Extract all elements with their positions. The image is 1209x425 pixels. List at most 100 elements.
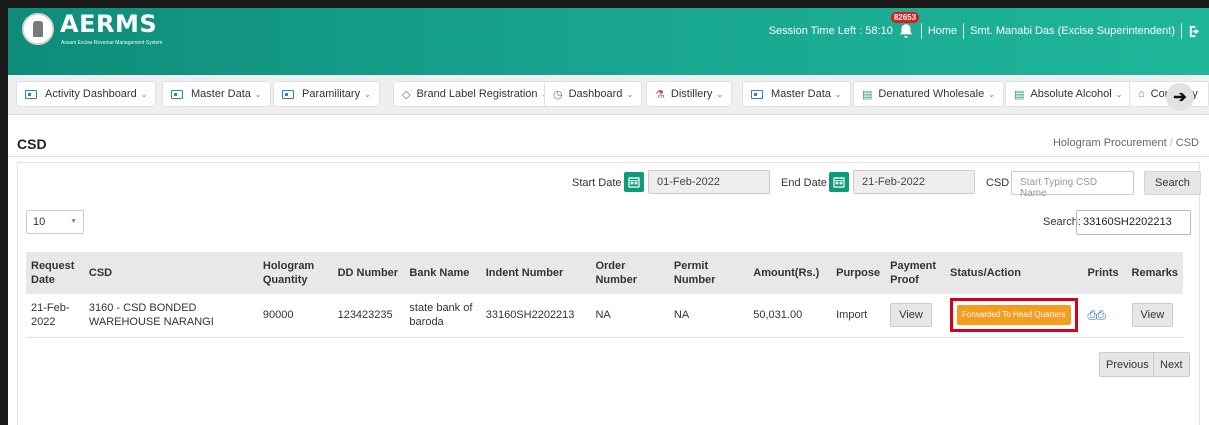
- logout-icon[interactable]: [1188, 25, 1201, 38]
- app-logo[interactable]: AERMS: [60, 10, 157, 38]
- nav-activity-dashboard[interactable]: Activity Dashboard ⌄: [16, 81, 157, 107]
- divider: [8, 156, 1209, 157]
- user-name[interactable]: Smt. Manabi Das (Excise Superintendent): [970, 25, 1175, 37]
- id-card-icon: [282, 89, 294, 99]
- calendar-icon: [833, 177, 845, 188]
- chevron-down-icon: ⌄: [140, 89, 148, 99]
- nav-distillery[interactable]: ⚗ Distillery ⌄: [646, 81, 733, 107]
- end-date-input[interactable]: 21-Feb-2022: [853, 170, 975, 194]
- app-subtitle: Assam Excise Revenue Management System: [61, 40, 163, 46]
- notification-badge: 82653: [890, 12, 920, 23]
- col-prints[interactable]: Prints: [1083, 252, 1127, 294]
- col-amount[interactable]: Amount(Rs.): [748, 252, 831, 294]
- chevron-down-icon: ⌄: [1115, 89, 1123, 99]
- nav-label: Brand Label Registration: [416, 88, 538, 100]
- nav-scroll-right-button[interactable]: ➔: [1166, 83, 1194, 111]
- chevron-down-icon: ⌄: [988, 89, 995, 99]
- cell-indent-number: 33160SH2202213: [480, 294, 591, 338]
- header-divider: [963, 23, 965, 39]
- nav-label: Master Data: [191, 88, 251, 100]
- cell-remarks: View: [1126, 294, 1183, 338]
- end-date-calendar-button[interactable]: [829, 172, 849, 192]
- window-frame-top: [0, 0, 1209, 8]
- col-hologram-quantity[interactable]: Hologram Quantity: [258, 252, 333, 294]
- calendar-icon: [628, 177, 640, 188]
- nav-label: Paramilitary: [302, 88, 361, 100]
- id-card-icon: [751, 89, 763, 99]
- previous-page-button[interactable]: Previous: [1099, 352, 1156, 377]
- building-icon: ▤: [862, 88, 873, 101]
- cell-amount: 50,031.00: [748, 294, 832, 338]
- nav-absolute-alcohol[interactable]: ▤ Absolute Alcohol ⌄: [1005, 81, 1132, 107]
- nav-label: Activity Dashboard: [45, 88, 137, 100]
- end-date-label: End Date: [781, 177, 827, 189]
- id-card-icon: [25, 89, 37, 99]
- nav-denatured-wholesale[interactable]: ▤ Denatured Wholesale ⌄: [853, 81, 1004, 107]
- nav-label: Distillery: [670, 88, 713, 100]
- chevron-down-icon: ⌄: [626, 89, 634, 99]
- nav-label: Dashboard: [568, 88, 623, 100]
- flask-icon: ⚗: [655, 88, 665, 101]
- col-indent-number[interactable]: Indent Number: [481, 252, 591, 294]
- col-csd[interactable]: CSD: [84, 252, 258, 294]
- col-payment-proof[interactable]: Payment Proof: [885, 252, 945, 294]
- building-icon: ▤: [1014, 88, 1025, 101]
- nav-master-data[interactable]: Master Data ⌄: [162, 81, 271, 107]
- chevron-down-icon: ⌄: [834, 89, 842, 99]
- window-frame-left: [0, 0, 8, 425]
- page-length-select[interactable]: 10 ▼: [26, 210, 84, 234]
- col-remarks[interactable]: Remarks: [1127, 252, 1183, 294]
- breadcrumb: Hologram Procurement / CSD: [1053, 137, 1199, 149]
- nav-dashboard[interactable]: ◷ Dashboard ⌄: [544, 81, 643, 107]
- nav-label: Absolute Alcohol: [1030, 88, 1112, 100]
- cell-bank-name: state bank of baroda: [404, 294, 481, 338]
- cell-hologram-quantity: 90000: [257, 294, 333, 338]
- breadcrumb-item[interactable]: Hologram Procurement: [1053, 137, 1167, 149]
- next-page-button[interactable]: Next: [1153, 352, 1190, 377]
- col-bank-name[interactable]: Bank Name: [404, 252, 480, 294]
- state-emblem-icon: [22, 13, 54, 45]
- table-header-row: Request Date CSD Hologram Quantity DD Nu…: [26, 252, 1183, 294]
- notification-bell[interactable]: 82653: [890, 12, 920, 40]
- nav-label: Master Data: [771, 88, 831, 100]
- col-request-date[interactable]: Request Date: [26, 252, 84, 294]
- breadcrumb-separator: /: [1169, 137, 1173, 149]
- nav-master-data-2[interactable]: Master Data ⌄: [742, 81, 851, 107]
- nav-brand-label-registration[interactable]: ◇ Brand Label Registration⌄: [393, 81, 558, 107]
- page-title: CSD: [17, 136, 47, 152]
- remarks-view-button[interactable]: View: [1131, 303, 1174, 328]
- start-date-calendar-button[interactable]: [624, 172, 644, 192]
- csd-name-input[interactable]: Start Typing CSD Name: [1011, 171, 1134, 199]
- chevron-down-icon: ⌄: [364, 89, 371, 99]
- col-order-number[interactable]: Order Number: [590, 252, 668, 294]
- col-dd-number[interactable]: DD Number: [333, 252, 405, 294]
- cell-payment-proof: View: [885, 294, 946, 338]
- header-divider: [920, 23, 922, 39]
- start-date-input[interactable]: 01-Feb-2022: [648, 170, 770, 194]
- col-purpose[interactable]: Purpose: [831, 252, 885, 294]
- breadcrumb-item-current: CSD: [1175, 137, 1199, 149]
- printer-icon[interactable]: ⎙⎙: [1088, 308, 1106, 322]
- home-link[interactable]: Home: [928, 25, 957, 37]
- home-icon: ⌂: [1138, 88, 1145, 100]
- start-date-label: Start Date: [572, 177, 622, 189]
- cell-status-action: Forwarded To Head Quarters: [945, 294, 1083, 338]
- main-navbar: Activity Dashboard ⌄ Master Data ⌄ Paramil…: [8, 75, 1209, 115]
- payment-proof-view-button[interactable]: View: [890, 303, 932, 328]
- cell-order-number: NA: [590, 294, 669, 338]
- search-button[interactable]: Search: [1144, 171, 1201, 195]
- nav-paramilitary[interactable]: Paramilitary ⌄: [273, 81, 380, 107]
- csd-label: CSD: [986, 177, 1010, 189]
- tag-icon: ◇: [402, 88, 411, 101]
- status-badge[interactable]: Forwarded To Head Quarters: [957, 305, 1071, 326]
- cell-dd-number: 123423235: [332, 294, 405, 338]
- cell-permit-number: NA: [668, 294, 749, 338]
- col-status-action[interactable]: Status/Action: [945, 252, 1082, 294]
- col-permit-number[interactable]: Permit Number: [669, 252, 748, 294]
- chevron-down-icon: ⌄: [716, 89, 724, 99]
- arrow-right-icon: ➔: [1173, 89, 1187, 106]
- table-search-input[interactable]: 33160SH2202213: [1076, 210, 1191, 235]
- cell-csd: 3160 - CSD BONDED WAREHOUSE NARANGI: [83, 294, 258, 338]
- header-divider: [1181, 23, 1182, 39]
- header-right: Session Time Left : 58:10 82653 Home Smt…: [769, 12, 1201, 40]
